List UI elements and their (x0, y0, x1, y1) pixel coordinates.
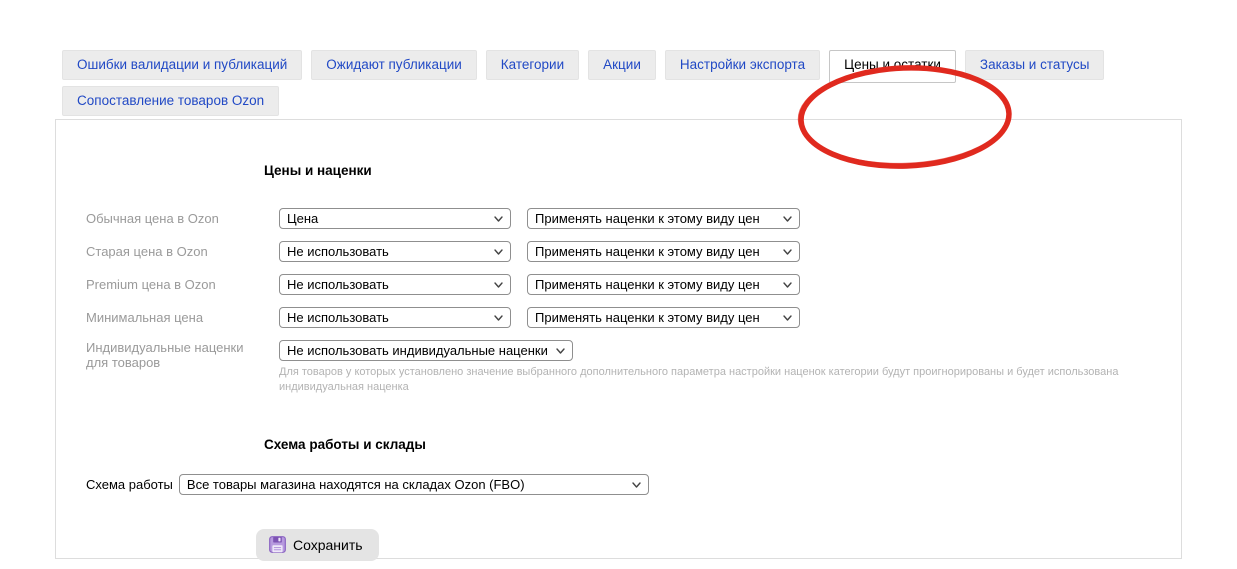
premium-price-source-value: Не использовать (287, 277, 389, 292)
form-row-work-scheme: Схема работы Все товары магазина находят… (86, 474, 1181, 495)
page: Ошибки валидации и публикаций Ожидают пу… (0, 50, 1237, 569)
regular-price-markup-value: Применять наценки к этому виду цен (535, 211, 760, 226)
chevron-down-icon (494, 216, 503, 222)
tab-row-1: Ошибки валидации и публикаций Ожидают пу… (62, 50, 1182, 80)
minimal-price-source-select[interactable]: Не использовать (279, 307, 511, 328)
form-row-premium-price: Premium цена в Ozon Не использовать Прим… (86, 274, 1181, 295)
individual-markup-value: Не использовать индивидуальные наценки (287, 343, 548, 358)
save-button-label: Сохранить (293, 537, 363, 553)
tab-ozon-product-matching[interactable]: Сопоставление товаров Ozon (62, 86, 279, 116)
tab-validation-errors[interactable]: Ошибки валидации и публикаций (62, 50, 302, 80)
tab-row-2: Сопоставление товаров Ozon (62, 86, 1182, 116)
regular-price-markup-select[interactable]: Применять наценки к этому виду цен (527, 208, 800, 229)
form-row-minimal-price: Минимальная цена Не использовать Применя… (86, 307, 1181, 328)
minimal-price-source-value: Не использовать (287, 310, 389, 325)
old-price-markup-select[interactable]: Применять наценки к этому виду цен (527, 241, 800, 262)
old-price-label: Старая цена в Ozon (86, 244, 263, 259)
work-scheme-value: Все товары магазина находятся на складах… (187, 477, 525, 492)
individual-markup-help-text: Для товаров у которых установлено значен… (279, 365, 1181, 395)
old-price-markup-value: Применять наценки к этому виду цен (535, 244, 760, 259)
minimal-price-markup-value: Применять наценки к этому виду цен (535, 310, 760, 325)
tab-promotions[interactable]: Акции (588, 50, 656, 80)
premium-price-markup-select[interactable]: Применять наценки к этому виду цен (527, 274, 800, 295)
form-row-regular-price: Обычная цена в Ozon Цена Применять нацен… (86, 208, 1181, 229)
tab-orders-and-statuses[interactable]: Заказы и статусы (965, 50, 1105, 80)
individual-markup-select[interactable]: Не использовать индивидуальные наценки (279, 340, 573, 361)
chevron-down-icon (494, 249, 503, 255)
work-scheme-select[interactable]: Все товары магазина находятся на складах… (179, 474, 649, 495)
tab-bar: Ошибки валидации и публикаций Ожидают пу… (55, 50, 1182, 116)
chevron-down-icon (494, 315, 503, 321)
chevron-down-icon (783, 315, 792, 321)
chevron-down-icon (556, 348, 565, 354)
tab-prices-and-stocks[interactable]: Цены и остатки (829, 50, 956, 83)
tab-export-settings[interactable]: Настройки экспорта (665, 50, 820, 80)
tab-pending-publication[interactable]: Ожидают публикации (311, 50, 477, 80)
individual-markup-label: Индивидуальные наценки для товаров (86, 340, 263, 370)
prices-form: Обычная цена в Ozon Цена Применять нацен… (56, 208, 1181, 395)
individual-markup-field: Не использовать индивидуальные наценки Д… (279, 340, 1181, 395)
premium-price-markup-value: Применять наценки к этому виду цен (535, 277, 760, 292)
minimal-price-label: Минимальная цена (86, 310, 263, 325)
chevron-down-icon (494, 282, 503, 288)
floppy-disk-icon (269, 536, 286, 553)
old-price-source-value: Не использовать (287, 244, 389, 259)
tab-categories[interactable]: Категории (486, 50, 579, 80)
regular-price-label: Обычная цена в Ozon (86, 211, 263, 226)
premium-price-label: Premium цена в Ozon (86, 277, 263, 292)
premium-price-source-select[interactable]: Не использовать (279, 274, 511, 295)
chevron-down-icon (783, 216, 792, 222)
form-row-individual-markup: Индивидуальные наценки для товаров Не ис… (86, 340, 1181, 395)
prices-section-heading: Цены и наценки (264, 120, 1181, 178)
regular-price-source-select[interactable]: Цена (279, 208, 511, 229)
chevron-down-icon (783, 249, 792, 255)
chevron-down-icon (632, 482, 641, 488)
save-button[interactable]: Сохранить (256, 529, 379, 561)
minimal-price-markup-select[interactable]: Применять наценки к этому виду цен (527, 307, 800, 328)
regular-price-source-value: Цена (287, 211, 318, 226)
chevron-down-icon (783, 282, 792, 288)
form-row-old-price: Старая цена в Ozon Не использовать Приме… (86, 241, 1181, 262)
work-scheme-label: Схема работы (86, 477, 173, 492)
old-price-source-select[interactable]: Не использовать (279, 241, 511, 262)
settings-panel: Цены и наценки Обычная цена в Ozon Цена … (55, 119, 1182, 559)
scheme-section-heading: Схема работы и склады (264, 437, 1181, 452)
